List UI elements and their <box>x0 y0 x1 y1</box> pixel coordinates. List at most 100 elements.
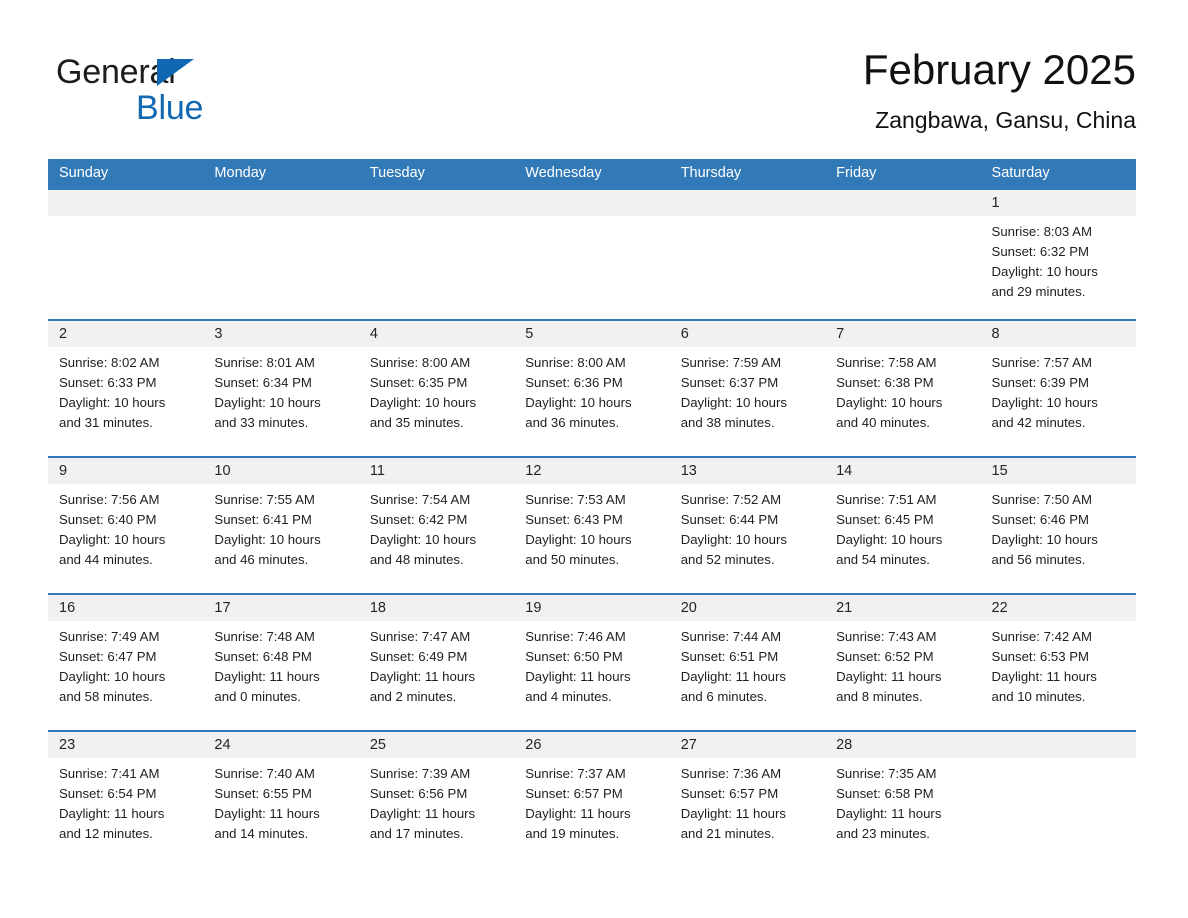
day-number[interactable]: 16 <box>48 595 203 621</box>
day-cell[interactable]: Sunrise: 8:02 AM Sunset: 6:33 PM Dayligh… <box>48 347 203 456</box>
day-number[interactable]: 9 <box>48 458 203 484</box>
day-number[interactable]: 18 <box>359 595 514 621</box>
sunset-text: Sunset: 6:54 PM <box>59 786 157 801</box>
day-cell[interactable]: Sunrise: 7:58 AM Sunset: 6:38 PM Dayligh… <box>825 347 980 456</box>
sunset-text: Sunset: 6:40 PM <box>59 512 157 527</box>
day-cell[interactable]: Sunrise: 8:03 AM Sunset: 6:32 PM Dayligh… <box>981 216 1136 319</box>
sunrise-text: Sunrise: 7:42 AM <box>991 629 1092 644</box>
day-number[interactable]: 28 <box>825 732 980 758</box>
daylight-text-cont: and 31 minutes. <box>59 415 153 430</box>
day-number[interactable]: 23 <box>48 732 203 758</box>
generalblue-logo: General Blue <box>56 52 376 138</box>
day-cell[interactable]: Sunrise: 7:35 AM Sunset: 6:58 PM Dayligh… <box>825 758 980 862</box>
day-number[interactable]: 14 <box>825 458 980 484</box>
day-number[interactable]: 25 <box>359 732 514 758</box>
day-number[interactable]: 7 <box>825 321 980 347</box>
daylight-text: Daylight: 10 hours <box>369 395 477 410</box>
day-cell[interactable] <box>48 216 203 319</box>
day-cell[interactable]: Sunrise: 7:48 AM Sunset: 6:48 PM Dayligh… <box>203 621 358 730</box>
day-number[interactable] <box>670 190 825 216</box>
daylight-text: Daylight: 10 hours <box>680 395 787 410</box>
sunset-text: Sunset: 6:47 PM <box>59 649 157 664</box>
page-title: February 2025 <box>862 46 1136 93</box>
day-number[interactable]: 24 <box>203 732 358 758</box>
day-number[interactable] <box>825 190 980 216</box>
day-number[interactable]: 26 <box>514 732 669 758</box>
day-cell[interactable]: Sunrise: 7:36 AM Sunset: 6:57 PM Dayligh… <box>670 758 825 862</box>
day-number[interactable] <box>48 190 203 216</box>
daylight-text: Daylight: 11 hours <box>680 806 786 821</box>
day-number[interactable]: 3 <box>203 321 358 347</box>
day-cell[interactable]: Sunrise: 7:57 AM Sunset: 6:39 PM Dayligh… <box>981 347 1136 456</box>
day-cell[interactable]: Sunrise: 7:56 AM Sunset: 6:40 PM Dayligh… <box>48 484 203 593</box>
day-cell[interactable]: Sunrise: 7:41 AM Sunset: 6:54 PM Dayligh… <box>48 758 203 862</box>
day-number[interactable] <box>514 190 669 216</box>
day-cell[interactable]: Sunrise: 7:51 AM Sunset: 6:45 PM Dayligh… <box>825 484 980 593</box>
day-number[interactable]: 2 <box>48 321 203 347</box>
day-cell[interactable]: Sunrise: 7:39 AM Sunset: 6:56 PM Dayligh… <box>359 758 514 862</box>
day-cell[interactable]: Sunrise: 7:46 AM Sunset: 6:50 PM Dayligh… <box>514 621 669 730</box>
day-cell[interactable]: Sunrise: 8:01 AM Sunset: 6:34 PM Dayligh… <box>203 347 358 456</box>
day-cell[interactable]: Sunrise: 7:55 AM Sunset: 6:41 PM Dayligh… <box>203 484 358 593</box>
sunset-text: Sunset: 6:39 PM <box>991 375 1090 390</box>
day-number[interactable]: 27 <box>670 732 825 758</box>
daylight-text-cont: and 21 minutes. <box>680 826 775 841</box>
day-cell[interactable]: Sunrise: 7:54 AM Sunset: 6:42 PM Dayligh… <box>359 484 514 593</box>
day-cell[interactable]: Sunrise: 7:49 AM Sunset: 6:47 PM Dayligh… <box>48 621 203 730</box>
daylight-text: Daylight: 11 hours <box>525 806 631 821</box>
day-cell[interactable] <box>825 216 980 319</box>
day-cell[interactable]: Sunrise: 8:00 AM Sunset: 6:35 PM Dayligh… <box>359 347 514 456</box>
day-number[interactable]: 8 <box>981 321 1136 347</box>
day-number[interactable]: 6 <box>670 321 825 347</box>
day-number[interactable] <box>359 190 514 216</box>
day-cell[interactable] <box>359 216 514 319</box>
weekday-saturday: Saturday <box>991 165 1050 181</box>
day-number-strip: 2 3 4 5 6 7 8 <box>48 321 1136 347</box>
day-cell[interactable]: Sunrise: 7:42 AM Sunset: 6:53 PM Dayligh… <box>981 621 1136 730</box>
day-number[interactable]: 4 <box>359 321 514 347</box>
day-cell[interactable]: Sunrise: 7:50 AM Sunset: 6:46 PM Dayligh… <box>981 484 1136 593</box>
weekday-friday: Friday <box>836 165 877 181</box>
day-cell[interactable] <box>514 216 669 319</box>
sunrise-text: Sunrise: 7:58 AM <box>836 355 937 370</box>
day-cell[interactable]: Sunrise: 7:43 AM Sunset: 6:52 PM Dayligh… <box>825 621 980 730</box>
day-cell[interactable]: Sunrise: 7:59 AM Sunset: 6:37 PM Dayligh… <box>670 347 825 456</box>
day-cell[interactable] <box>981 758 1136 862</box>
daylight-text-cont: and 33 minutes. <box>214 415 309 430</box>
day-number[interactable]: 12 <box>514 458 669 484</box>
sunset-text: Sunset: 6:41 PM <box>214 512 312 527</box>
day-number[interactable]: 19 <box>514 595 669 621</box>
day-number[interactable]: 13 <box>670 458 825 484</box>
day-cell[interactable] <box>670 216 825 319</box>
daylight-text-cont: and 29 minutes. <box>991 284 1086 299</box>
day-detail-strip: Sunrise: 7:41 AM Sunset: 6:54 PM Dayligh… <box>48 758 1136 862</box>
sunrise-text: Sunrise: 7:37 AM <box>525 766 626 781</box>
day-cell[interactable]: Sunrise: 7:40 AM Sunset: 6:55 PM Dayligh… <box>203 758 358 862</box>
day-number[interactable]: 20 <box>670 595 825 621</box>
daylight-text-cont: and 54 minutes. <box>836 552 930 567</box>
day-number[interactable]: 17 <box>203 595 358 621</box>
day-number[interactable]: 21 <box>825 595 980 621</box>
daylight-text-cont: and 48 minutes. <box>369 552 464 567</box>
day-cell[interactable]: Sunrise: 8:00 AM Sunset: 6:36 PM Dayligh… <box>514 347 669 456</box>
day-number[interactable]: 11 <box>359 458 514 484</box>
day-number[interactable]: 10 <box>203 458 358 484</box>
day-cell[interactable]: Sunrise: 7:52 AM Sunset: 6:44 PM Dayligh… <box>670 484 825 593</box>
day-number[interactable] <box>981 732 1136 758</box>
title-block: February 2025 Zangbawa, Gansu, China <box>863 44 1136 134</box>
day-cell[interactable] <box>203 216 358 319</box>
calendar-grid: Sunday Monday Tuesday Wednesday Thursday… <box>48 159 1136 862</box>
day-number[interactable]: 15 <box>981 458 1136 484</box>
day-number[interactable]: 1 <box>981 190 1136 216</box>
sunset-text: Sunset: 6:48 PM <box>214 649 312 664</box>
day-number[interactable] <box>203 190 358 216</box>
daylight-text: Daylight: 11 hours <box>214 669 320 684</box>
day-cell[interactable]: Sunrise: 7:37 AM Sunset: 6:57 PM Dayligh… <box>514 758 669 862</box>
daylight-text-cont: and 6 minutes. <box>680 689 768 704</box>
day-cell[interactable]: Sunrise: 7:47 AM Sunset: 6:49 PM Dayligh… <box>359 621 514 730</box>
day-cell[interactable]: Sunrise: 7:53 AM Sunset: 6:43 PM Dayligh… <box>514 484 669 593</box>
day-number[interactable]: 22 <box>981 595 1136 621</box>
day-number[interactable]: 5 <box>514 321 669 347</box>
daylight-text-cont: and 46 minutes. <box>214 552 309 567</box>
day-cell[interactable]: Sunrise: 7:44 AM Sunset: 6:51 PM Dayligh… <box>670 621 825 730</box>
